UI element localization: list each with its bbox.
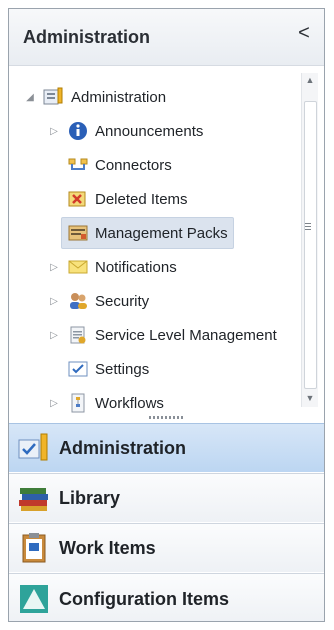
workspace-button-administration[interactable]: Administration [9, 423, 324, 472]
tree-item-service-level-management[interactable]: ▷ Service Level Management [47, 321, 312, 349]
tree-item-connectors[interactable]: Connectors [67, 151, 172, 179]
info-icon [67, 121, 89, 141]
scrollbar-grip-icon [305, 223, 311, 231]
books-icon [17, 482, 53, 514]
workspace-label: Work Items [59, 537, 156, 558]
service-level-icon [67, 325, 89, 345]
pane-title: Administration [23, 27, 151, 47]
scrollbar-thumb[interactable] [304, 101, 317, 389]
expand-arrow-icon[interactable]: ▷ [47, 294, 61, 308]
tree-item-notifications[interactable]: ▷ Notifications [47, 253, 177, 281]
management-packs-icon [67, 223, 89, 243]
tree-item-security[interactable]: ▷ Security [47, 287, 149, 315]
navigation-tree: ◢ Administration ▷ Announcements Connect… [9, 67, 324, 413]
tree-item-management-packs[interactable]: Management Packs [61, 217, 234, 249]
tree-item-label: Notifications [95, 258, 177, 276]
settings-check-icon [67, 359, 89, 379]
tree-item-label: Security [95, 292, 150, 310]
workspace-label: Administration [59, 437, 187, 458]
expand-arrow-icon[interactable]: ▷ [47, 260, 61, 274]
scroll-down-arrow-icon[interactable]: ▼ [305, 393, 315, 403]
pyramid-icon [17, 583, 53, 615]
tree-item-label: Management Packs [95, 224, 228, 242]
workspace-button-configuration-items[interactable]: Configuration Items [9, 573, 324, 621]
administration-icon [17, 432, 53, 464]
tree-item-announcements[interactable]: ▷ Announcements [47, 117, 203, 145]
workspace-button-work-items[interactable]: Work Items [9, 523, 324, 572]
clipboard-icon [17, 532, 53, 564]
expand-arrow-icon[interactable]: ▷ [47, 124, 61, 138]
tree-item-settings[interactable]: Settings [67, 355, 149, 383]
workspace-button-library[interactable]: Library [9, 473, 324, 522]
collapse-arrow-icon[interactable]: ◢ [23, 90, 37, 104]
scroll-up-arrow-icon[interactable]: ▲ [305, 75, 315, 85]
pane-header: Administration < [9, 9, 324, 66]
users-icon [67, 291, 89, 311]
tree-item-label: Service Level Management [95, 326, 277, 344]
tree-item-label: Deleted Items [95, 190, 188, 208]
expand-arrow-icon[interactable]: ▷ [47, 328, 61, 342]
tree-root-administration[interactable]: ◢ Administration [23, 83, 166, 111]
tree-item-deleted-items[interactable]: Deleted Items [67, 185, 188, 213]
tree-item-label: Settings [95, 360, 150, 378]
tree-root-label: Administration [71, 88, 167, 106]
tree-item-label: Connectors [95, 156, 172, 174]
splitter-grip-icon [149, 416, 185, 419]
tree-item-label: Announcements [95, 122, 204, 140]
admin-folder-icon [43, 87, 65, 107]
vertical-scrollbar[interactable]: ▲ ▼ [301, 73, 318, 407]
deleted-items-icon [67, 189, 89, 209]
envelope-icon [67, 257, 89, 277]
workspace-label: Configuration Items [59, 588, 229, 609]
collapse-pane-button[interactable]: < [292, 21, 316, 45]
expand-arrow-icon[interactable]: ▷ [47, 396, 61, 410]
connector-icon [67, 155, 89, 175]
navigation-pane: Administration < ◢ Administration ▷ Anno… [8, 8, 325, 622]
workspace-label: Library [59, 487, 121, 508]
